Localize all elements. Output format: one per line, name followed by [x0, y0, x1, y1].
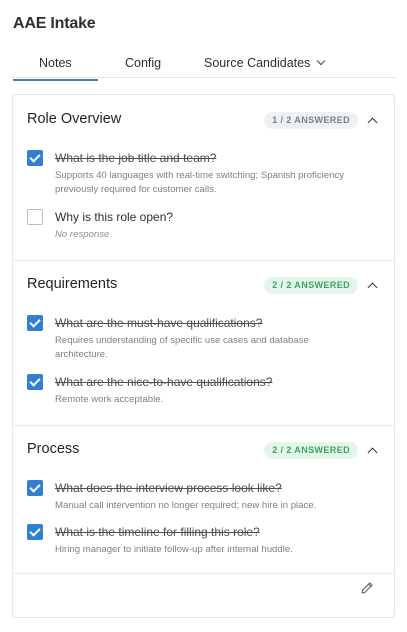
question-item: What is the job title and team? Supports… — [27, 150, 377, 195]
section-process: Process 2 / 2 ANSWERED What does the int… — [13, 425, 394, 573]
section-title: Requirements — [27, 276, 118, 292]
section-role-overview: Role Overview 1 / 2 ANSWERED What is the… — [13, 95, 394, 260]
question-text: Why is this role open? — [55, 210, 174, 224]
tab-source-candidates[interactable]: Source Candidates — [204, 56, 326, 70]
tab-bar: Notes Config Source Candidates — [12, 52, 396, 81]
checkbox[interactable] — [27, 209, 43, 225]
status-badge: 2 / 2 ANSWERED — [264, 277, 358, 294]
question-text: What are the nice-to-have qualifications… — [55, 375, 273, 389]
checkbox[interactable] — [27, 524, 43, 540]
chevron-up-icon[interactable] — [367, 117, 378, 128]
chevron-down-icon — [317, 56, 326, 66]
question-item: What is the timeline for filling this ro… — [27, 524, 377, 558]
tab-notes-label: Notes — [39, 56, 72, 70]
question-text: What are the must-have qualifications? — [55, 316, 263, 330]
status-badge: 2 / 2 ANSWERED — [264, 442, 358, 459]
section-title: Process — [27, 441, 80, 457]
question-text: What is the job title and team? — [55, 151, 217, 165]
tab-notes[interactable]: Notes — [13, 56, 98, 81]
answer-text: Remote work acceptable. — [55, 394, 164, 405]
question-text: What is the timeline for filling this ro… — [55, 525, 260, 539]
app-title: AAE Intake — [13, 15, 96, 32]
checkbox[interactable] — [27, 374, 43, 390]
answer-text: Hiring manager to initiate follow-up aft… — [55, 544, 293, 555]
chevron-up-icon[interactable] — [367, 282, 378, 293]
section-divider — [13, 573, 394, 574]
chevron-up-icon[interactable] — [367, 447, 378, 458]
question-item: What are the nice-to-have qualifications… — [27, 374, 377, 410]
question-text: What does the interview process look lik… — [55, 481, 282, 495]
notes-card: Role Overview 1 / 2 ANSWERED What is the… — [12, 94, 395, 618]
tab-source-candidates-label: Source Candidates — [204, 56, 311, 70]
section-title: Role Overview — [27, 111, 122, 127]
section-requirements: Requirements 2 / 2 ANSWERED What are the… — [13, 260, 394, 425]
question-item: What are the must-have qualifications? R… — [27, 315, 377, 360]
checkbox[interactable] — [27, 315, 43, 331]
checkbox[interactable] — [27, 480, 43, 496]
tab-config-label: Config — [125, 56, 162, 70]
question-item: Why is this role open? No response — [27, 209, 377, 245]
pencil-icon[interactable] — [360, 581, 374, 595]
status-badge: 1 / 2 ANSWERED — [264, 112, 358, 129]
answer-text: Manual call intervention no longer requi… — [55, 500, 317, 511]
checkbox[interactable] — [27, 150, 43, 166]
question-item: What does the interview process look lik… — [27, 480, 377, 514]
answer-text: Supports 40 languages with real-time swi… — [55, 170, 345, 195]
answer-text: No response — [55, 229, 110, 240]
tab-config[interactable]: Config — [125, 56, 161, 70]
answer-text: Requires understanding of specific use c… — [55, 335, 309, 360]
